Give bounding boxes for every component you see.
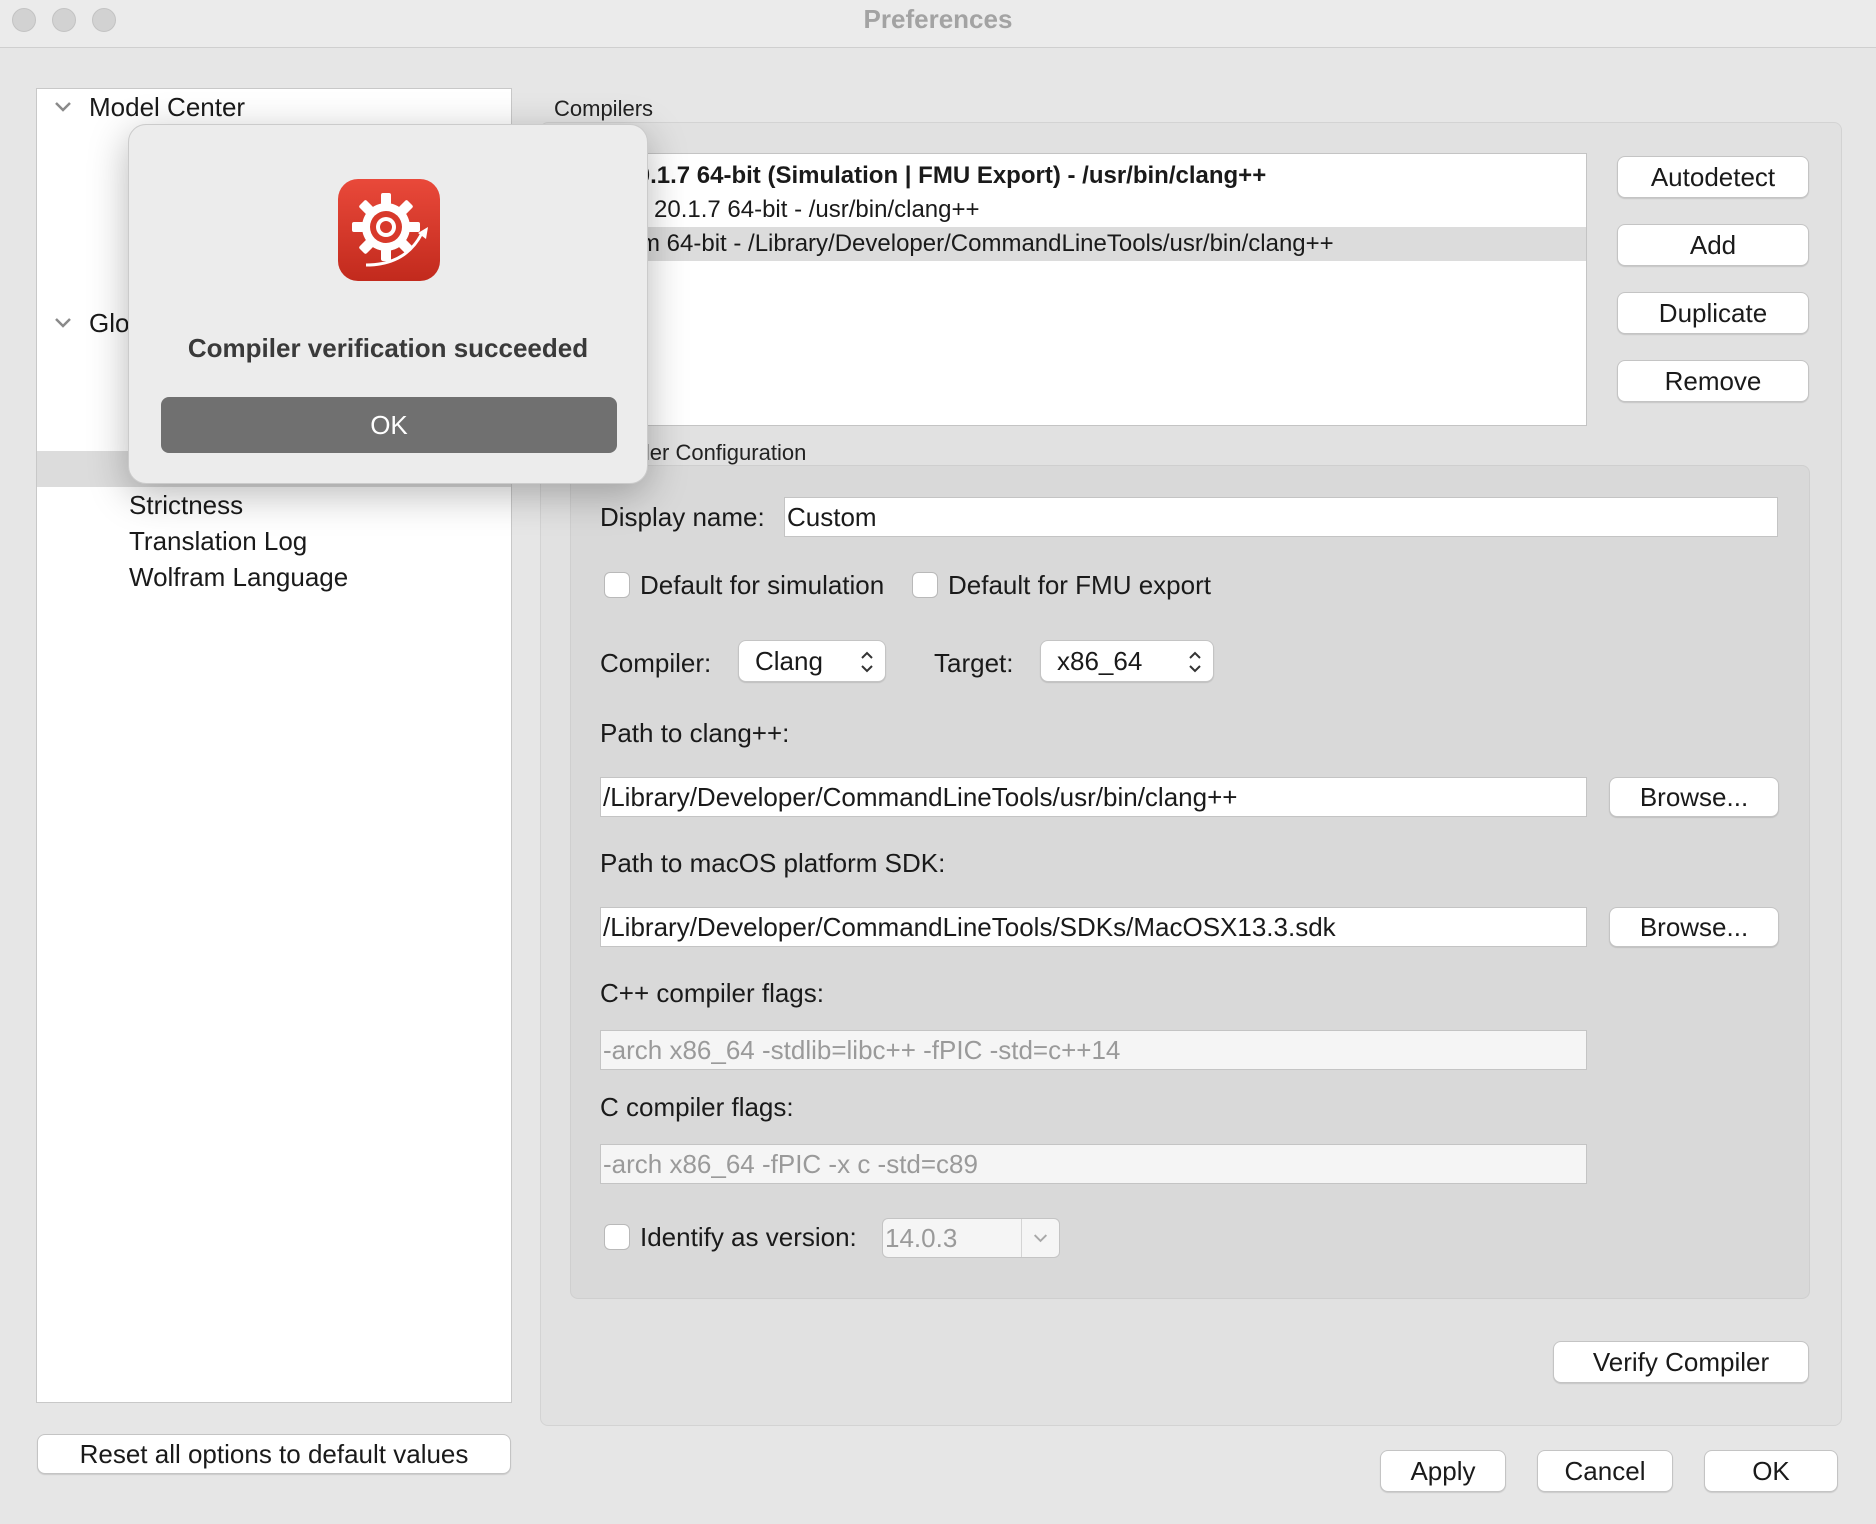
tree-item-translation-log[interactable]: Translation Log <box>37 523 511 559</box>
ok-button[interactable]: OK <box>1704 1450 1838 1492</box>
browse-sdk-button[interactable]: Browse... <box>1609 907 1779 947</box>
path-clang-label: Path to clang++: <box>600 718 790 748</box>
remove-button[interactable]: Remove <box>1617 360 1809 402</box>
compiler-list-item-text: m 64-bit - /Library/Developer/CommandLin… <box>640 230 1334 257</box>
tree-item-strictness[interactable]: Strictness <box>37 487 511 523</box>
tree-item-label: Strictness <box>129 490 244 520</box>
target-label: Target: <box>934 648 1014 678</box>
path-sdk-input[interactable]: /Library/Developer/CommandLineTools/SDKs… <box>600 907 1587 947</box>
add-button[interactable]: Add <box>1617 224 1809 266</box>
path-clang-input[interactable]: /Library/Developer/CommandLineTools/usr/… <box>600 777 1587 817</box>
cpp-flags-label: C++ compiler flags: <box>600 978 824 1008</box>
compiler-list-item-text: 20.1.7 64-bit - /usr/bin/clang++ <box>654 196 980 223</box>
compiler-list[interactable]: | 20.1.7 64-bit (Simulation | FMU Export… <box>609 153 1587 426</box>
c-flags-input[interactable]: -arch x86_64 -fPIC -x c -std=c89 <box>600 1144 1587 1184</box>
gear-app-icon <box>338 179 440 281</box>
duplicate-button[interactable]: Duplicate <box>1617 292 1809 334</box>
target-select-value: x86_64 <box>1057 646 1143 676</box>
chevron-down-icon[interactable] <box>51 307 75 339</box>
compiler-list-item[interactable]: 20.1.7 64-bit - /usr/bin/clang++ <box>610 193 1586 227</box>
tree-item-label: Glo <box>89 308 130 338</box>
identify-version-label: Identify as version: <box>640 1222 857 1252</box>
compiler-list-item[interactable]: | 20.1.7 64-bit (Simulation | FMU Export… <box>610 159 1586 193</box>
verify-compiler-button[interactable]: Verify Compiler <box>1553 1341 1809 1383</box>
default-fmu-label: Default for FMU export <box>948 570 1211 600</box>
browse-clang-button[interactable]: Browse... <box>1609 777 1779 817</box>
default-simulation-label: Default for simulation <box>640 570 885 600</box>
dialog-message: Compiler verification succeeded <box>187 333 589 363</box>
default-fmu-checkbox[interactable] <box>912 572 938 598</box>
cpp-flags-input[interactable]: -arch x86_64 -stdlib=libc++ -fPIC -std=c… <box>600 1030 1587 1070</box>
display-name-label: Display name: <box>600 502 765 532</box>
apply-button[interactable]: Apply <box>1380 1450 1506 1492</box>
target-select[interactable]: x86_64 <box>1040 640 1214 682</box>
identify-version-value: 14.0.3 <box>885 1223 958 1253</box>
compiler-list-item-text: | 20.1.7 64-bit (Simulation | FMU Export… <box>610 162 1267 189</box>
autodetect-button[interactable]: Autodetect <box>1617 156 1809 198</box>
chevron-down-icon[interactable] <box>51 91 75 123</box>
compiler-select-value: Clang <box>755 646 823 676</box>
compilers-group-label: Compilers <box>554 96 654 121</box>
reset-defaults-button[interactable]: Reset all options to default values <box>37 1434 511 1474</box>
default-simulation-checkbox[interactable] <box>604 572 630 598</box>
window-title: Preferences <box>863 4 1013 34</box>
identify-version-checkbox[interactable] <box>604 1224 630 1250</box>
identify-version-combo[interactable]: 14.0.3 <box>882 1218 1060 1258</box>
cancel-button[interactable]: Cancel <box>1537 1450 1673 1492</box>
tree-item-label: Translation Log <box>129 526 308 556</box>
display-name-input[interactable]: Custom <box>784 497 1778 537</box>
tree-item-label: Wolfram Language <box>129 562 349 592</box>
tree-item-model-center[interactable]: Model Center <box>37 89 511 125</box>
updown-chevron-icon <box>861 651 873 673</box>
updown-chevron-icon <box>1189 651 1201 673</box>
compiler-label: Compiler: <box>600 648 712 678</box>
tree-item-label: Model Center <box>89 92 246 122</box>
window-titlebar: Preferences <box>0 0 1876 48</box>
dialog-ok-button[interactable]: OK <box>161 397 617 453</box>
path-sdk-label: Path to macOS platform SDK: <box>600 848 946 878</box>
c-flags-label: C compiler flags: <box>600 1092 794 1122</box>
compiler-config-group-label: iler Configuration <box>640 440 807 465</box>
tree-item-wolfram-language[interactable]: Wolfram Language <box>37 559 511 595</box>
compiler-list-item-selected[interactable]: m 64-bit - /Library/Developer/CommandLin… <box>610 227 1586 261</box>
verification-dialog: Compiler verification succeeded OK <box>128 124 648 484</box>
compiler-select[interactable]: Clang <box>738 640 886 682</box>
chevron-down-icon[interactable] <box>1021 1219 1059 1257</box>
